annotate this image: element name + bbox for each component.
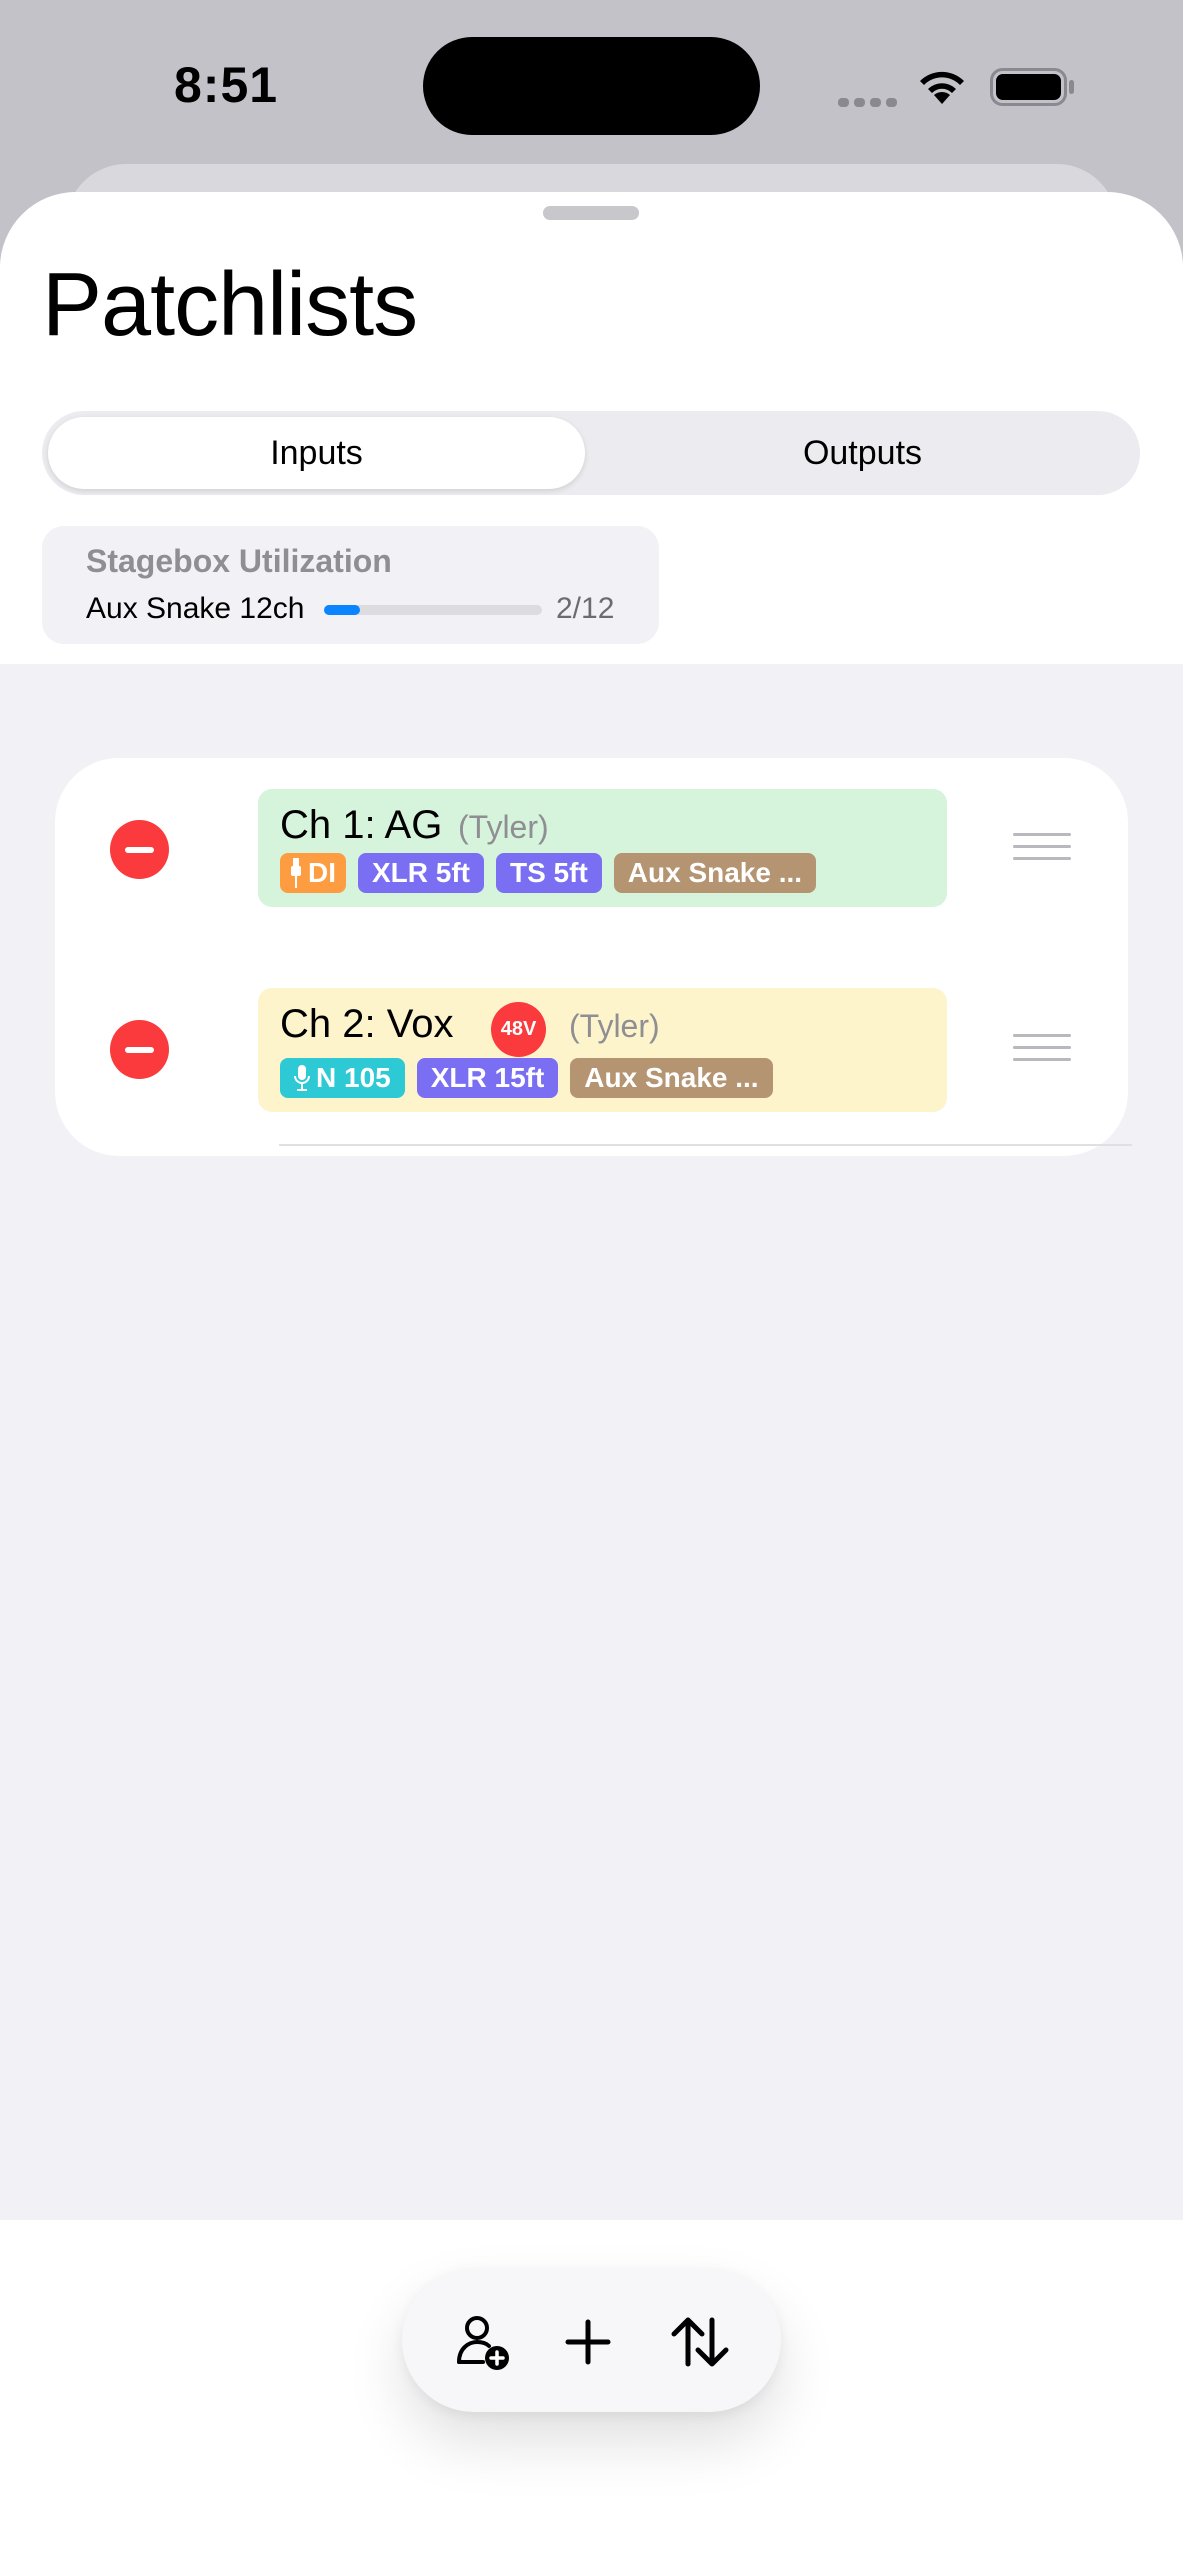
channel-list: Ch 1: AG (Tyler) DI XLR 5ft TS 5ft Aux S… — [55, 758, 1132, 1156]
add-person-icon[interactable] — [451, 2310, 515, 2374]
segment-outputs[interactable]: Outputs — [591, 417, 1134, 489]
utilization-count: 2/12 — [556, 592, 615, 625]
utilization-title: Stagebox Utilization — [86, 543, 392, 579]
channel-owner: (Tyler) — [569, 1008, 660, 1044]
screen: 8:51 Patchlists Inputs Outputs Stagebox … — [0, 0, 1183, 2560]
channel-card[interactable]: Ch 1: AG (Tyler) DI XLR 5ft TS 5ft Aux S… — [258, 789, 947, 907]
delete-icon[interactable] — [110, 1020, 169, 1079]
channel-name: Ch 2: Vox — [280, 1002, 454, 1046]
segment-inputs[interactable]: Inputs — [48, 417, 585, 489]
channel-owner: (Tyler) — [458, 809, 549, 845]
battery-icon — [990, 68, 1074, 106]
stagebox-name: Aux Snake 12ch — [86, 592, 305, 625]
list-item: Ch 1: AG (Tyler) DI XLR 5ft TS 5ft Aux S… — [55, 789, 1128, 913]
channel-card[interactable]: Ch 2: Vox 48V (Tyler) N 105 XLR 15ft Aux… — [258, 988, 947, 1112]
row-separator — [279, 1144, 1132, 1146]
channel-tags: N 105 XLR 15ft Aux Snake ... — [280, 1058, 773, 1098]
bottom-toolbar — [402, 2268, 781, 2412]
patchlists-sheet: Patchlists Inputs Outputs Stagebox Utili… — [0, 192, 1183, 2560]
status-bar: 8:51 — [0, 0, 1183, 170]
tag-microphone: N 105 — [280, 1058, 405, 1098]
microphone-icon — [294, 1065, 310, 1091]
channel-tags: DI XLR 5ft TS 5ft Aux Snake ... — [280, 853, 817, 893]
inputs-outputs-segmented-control: Inputs Outputs — [42, 411, 1140, 495]
wifi-icon — [920, 71, 964, 104]
list-item: Ch 2: Vox 48V (Tyler) N 105 XLR 15ft Aux… — [55, 988, 1128, 1112]
plus-icon[interactable] — [556, 2310, 620, 2374]
cellular-icon — [838, 94, 902, 112]
tag-stagebox: Aux Snake ... — [613, 853, 817, 893]
utilization-progress-bar — [324, 605, 542, 615]
drag-handle-icon[interactable] — [1013, 1034, 1071, 1064]
page-title: Patchlists — [42, 255, 418, 355]
channel-name: Ch 1: AG — [280, 803, 443, 847]
sheet-header: Patchlists Inputs Outputs Stagebox Utili… — [0, 192, 1183, 664]
delete-icon[interactable] — [110, 820, 169, 879]
dynamic-island — [423, 37, 760, 135]
sort-icon[interactable] — [668, 2310, 732, 2374]
tag-stagebox: Aux Snake ... — [570, 1058, 773, 1098]
drag-handle-icon[interactable] — [1013, 833, 1071, 863]
stagebox-utilization: Stagebox Utilization Aux Snake 12ch 2/12 — [42, 526, 659, 644]
sheet-grabber[interactable] — [543, 206, 639, 220]
tag-di: DI — [280, 853, 346, 893]
tag-cable: XLR 15ft — [416, 1058, 559, 1098]
phantom-power-badge: 48V — [491, 1002, 546, 1057]
utilization-progress-fill — [324, 605, 361, 615]
tag-cable: XLR 5ft — [358, 853, 484, 893]
status-time: 8:51 — [174, 57, 279, 113]
tag-cable: TS 5ft — [496, 853, 602, 893]
di-plug-icon — [291, 858, 301, 888]
